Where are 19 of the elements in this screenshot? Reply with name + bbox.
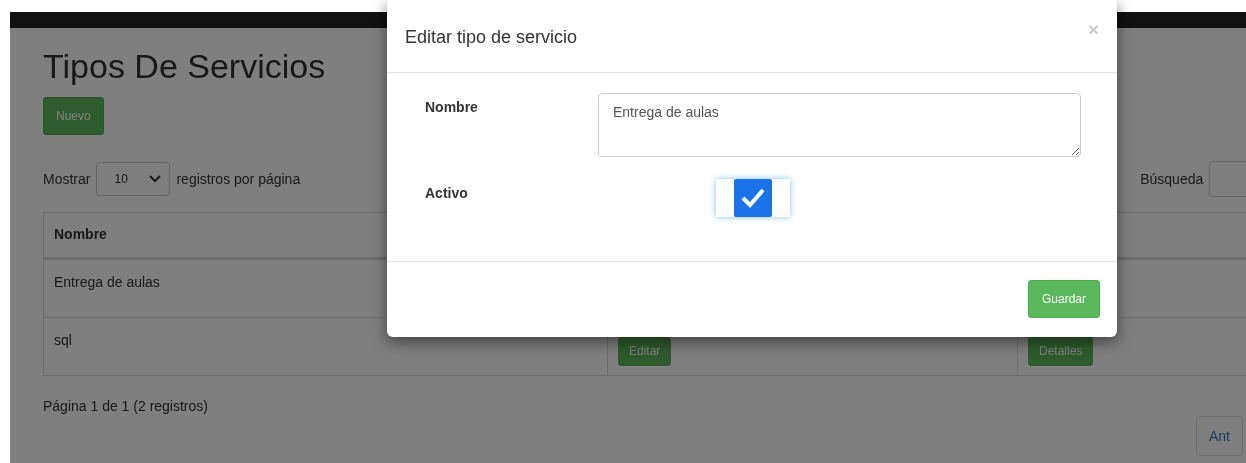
previous-page-button[interactable]: Ant <box>1196 416 1243 457</box>
active-checkbox[interactable] <box>734 179 772 217</box>
name-field[interactable]: Entrega de aulas <box>598 93 1081 157</box>
search-label: Búsqueda <box>1140 171 1204 188</box>
new-button[interactable]: Nuevo <box>43 97 104 136</box>
pagination-info: Página 1 de 1 (2 registros) <box>43 398 208 415</box>
edit-button[interactable]: Editar <box>618 336 672 367</box>
dialog-title: Editar tipo de servicio <box>405 27 578 49</box>
save-button[interactable]: Guardar <box>1027 280 1100 318</box>
per-page-label: registros por página <box>176 171 301 188</box>
name-label: Nombre <box>425 98 479 117</box>
close-button[interactable]: × <box>1087 19 1099 39</box>
page-title: Tipos De Servicios <box>43 48 327 86</box>
show-label: Mostrar <box>43 171 91 188</box>
details-button[interactable]: Detalles <box>1028 336 1094 367</box>
checkmark-icon <box>740 187 766 209</box>
active-label: Activo <box>425 184 469 203</box>
page-size-select[interactable]: 10 <box>96 162 171 197</box>
chevron-down-icon <box>149 175 162 184</box>
